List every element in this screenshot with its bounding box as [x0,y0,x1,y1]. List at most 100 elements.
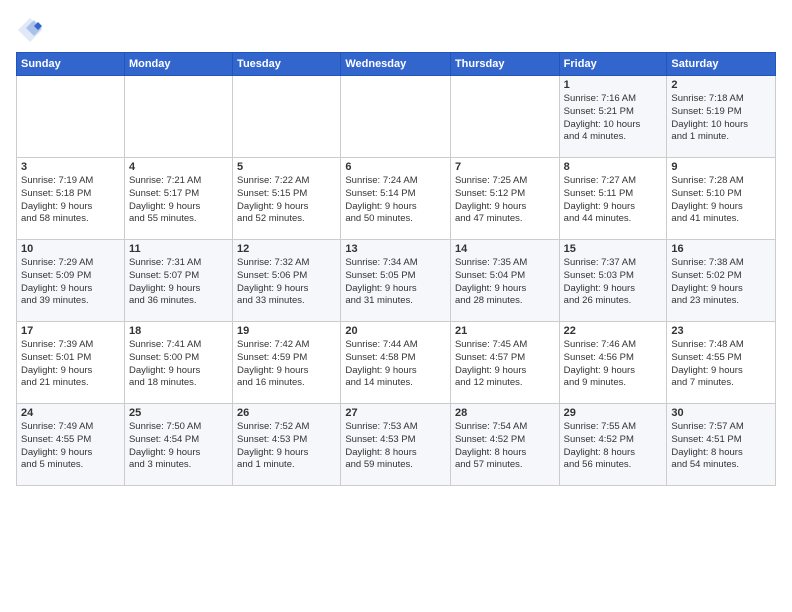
week-row-1: 1 Sunrise: 7:16 AM Sunset: 5:21 PM Daylig… [17,76,776,158]
weekday-friday: Friday [559,53,667,76]
week-row-3: 10 Sunrise: 7:29 AM Sunset: 5:09 PM Dayli… [17,240,776,322]
day-number: 7 [455,161,555,173]
day-cell: 27 Sunrise: 7:53 AM Sunset: 4:53 PM Dayli… [341,404,451,486]
weekday-wednesday: Wednesday [341,53,451,76]
week-row-2: 3 Sunrise: 7:19 AM Sunset: 5:18 PM Daylig… [17,158,776,240]
day-cell [233,76,341,158]
day-cell [341,76,451,158]
day-cell: 10 Sunrise: 7:29 AM Sunset: 5:09 PM Dayli… [17,240,125,322]
day-number: 2 [671,79,771,91]
day-cell: 26Sunrise: 7:52 AM Sunset: 4:53 PM Dayli… [233,404,341,486]
day-info: Sunrise: 7:48 AM Sunset: 4:55 PM Dayligh… [671,339,771,390]
day-cell: 12Sunrise: 7:32 AM Sunset: 5:06 PM Dayli… [233,240,341,322]
page: SundayMondayTuesdayWednesdayThursdayFrid… [0,0,792,612]
day-info: Sunrise: 7:34 AM Sunset: 5:05 PM Dayligh… [345,257,446,308]
day-info: Sunrise: 7:39 AM Sunset: 5:01 PM Dayligh… [21,339,120,390]
day-info: Sunrise: 7:41 AM Sunset: 5:00 PM Dayligh… [129,339,228,390]
day-number: 13 [345,243,446,255]
day-info: Sunrise: 7:22 AM Sunset: 5:15 PM Dayligh… [237,175,336,226]
day-info: Sunrise: 7:18 AM Sunset: 5:19 PM Dayligh… [671,93,771,144]
weekday-row: SundayMondayTuesdayWednesdayThursdayFrid… [17,53,776,76]
day-cell: 4 Sunrise: 7:21 AM Sunset: 5:17 PM Daylig… [124,158,232,240]
day-cell [17,76,125,158]
day-info: Sunrise: 7:50 AM Sunset: 4:54 PM Dayligh… [129,421,228,472]
day-cell: 20 Sunrise: 7:44 AM Sunset: 4:58 PM Dayli… [341,322,451,404]
day-cell: 7 Sunrise: 7:25 AM Sunset: 5:12 PM Daylig… [450,158,559,240]
day-info: Sunrise: 7:29 AM Sunset: 5:09 PM Dayligh… [21,257,120,308]
day-cell [450,76,559,158]
day-info: Sunrise: 7:24 AM Sunset: 5:14 PM Dayligh… [345,175,446,226]
day-cell: 25 Sunrise: 7:50 AM Sunset: 4:54 PM Dayli… [124,404,232,486]
day-number: 27 [345,407,446,419]
day-info: Sunrise: 7:44 AM Sunset: 4:58 PM Dayligh… [345,339,446,390]
day-cell: 23 Sunrise: 7:48 AM Sunset: 4:55 PM Dayli… [667,322,776,404]
day-number: 30 [671,407,771,419]
week-row-5: 24Sunrise: 7:49 AM Sunset: 4:55 PM Dayli… [17,404,776,486]
day-cell: 1 Sunrise: 7:16 AM Sunset: 5:21 PM Daylig… [559,76,667,158]
day-number: 14 [455,243,555,255]
day-cell: 17Sunrise: 7:39 AM Sunset: 5:01 PM Dayli… [17,322,125,404]
day-number: 22 [564,325,663,337]
day-cell: 5 Sunrise: 7:22 AM Sunset: 5:15 PM Daylig… [233,158,341,240]
day-number: 9 [671,161,771,173]
calendar-body: 1 Sunrise: 7:16 AM Sunset: 5:21 PM Daylig… [17,76,776,486]
day-info: Sunrise: 7:46 AM Sunset: 4:56 PM Dayligh… [564,339,663,390]
logo [16,16,48,44]
day-number: 5 [237,161,336,173]
day-cell: 8Sunrise: 7:27 AM Sunset: 5:11 PM Daylig… [559,158,667,240]
day-number: 28 [455,407,555,419]
day-number: 3 [21,161,120,173]
day-info: Sunrise: 7:42 AM Sunset: 4:59 PM Dayligh… [237,339,336,390]
day-number: 18 [129,325,228,337]
day-info: Sunrise: 7:53 AM Sunset: 4:53 PM Dayligh… [345,421,446,472]
day-info: Sunrise: 7:55 AM Sunset: 4:52 PM Dayligh… [564,421,663,472]
day-info: Sunrise: 7:21 AM Sunset: 5:17 PM Dayligh… [129,175,228,226]
day-cell: 2 Sunrise: 7:18 AM Sunset: 5:19 PM Daylig… [667,76,776,158]
header [16,16,776,44]
day-number: 8 [564,161,663,173]
day-info: Sunrise: 7:16 AM Sunset: 5:21 PM Dayligh… [564,93,663,144]
day-cell: 18 Sunrise: 7:41 AM Sunset: 5:00 PM Dayli… [124,322,232,404]
day-info: Sunrise: 7:57 AM Sunset: 4:51 PM Dayligh… [671,421,771,472]
day-cell: 24Sunrise: 7:49 AM Sunset: 4:55 PM Dayli… [17,404,125,486]
day-number: 16 [671,243,771,255]
weekday-sunday: Sunday [17,53,125,76]
day-cell: 11Sunrise: 7:31 AM Sunset: 5:07 PM Dayli… [124,240,232,322]
day-cell: 22 Sunrise: 7:46 AM Sunset: 4:56 PM Dayli… [559,322,667,404]
day-number: 20 [345,325,446,337]
day-number: 26 [237,407,336,419]
day-number: 19 [237,325,336,337]
weekday-thursday: Thursday [450,53,559,76]
day-info: Sunrise: 7:37 AM Sunset: 5:03 PM Dayligh… [564,257,663,308]
day-cell: 13 Sunrise: 7:34 AM Sunset: 5:05 PM Dayli… [341,240,451,322]
day-number: 29 [564,407,663,419]
day-cell: 29 Sunrise: 7:55 AM Sunset: 4:52 PM Dayli… [559,404,667,486]
day-cell: 21 Sunrise: 7:45 AM Sunset: 4:57 PM Dayli… [450,322,559,404]
day-number: 21 [455,325,555,337]
week-row-4: 17Sunrise: 7:39 AM Sunset: 5:01 PM Dayli… [17,322,776,404]
day-cell: 6 Sunrise: 7:24 AM Sunset: 5:14 PM Daylig… [341,158,451,240]
day-cell: 30 Sunrise: 7:57 AM Sunset: 4:51 PM Dayli… [667,404,776,486]
day-number: 4 [129,161,228,173]
day-info: Sunrise: 7:25 AM Sunset: 5:12 PM Dayligh… [455,175,555,226]
weekday-saturday: Saturday [667,53,776,76]
day-cell: 16 Sunrise: 7:38 AM Sunset: 5:02 PM Dayli… [667,240,776,322]
logo-icon [16,16,44,44]
day-number: 6 [345,161,446,173]
day-number: 15 [564,243,663,255]
day-number: 23 [671,325,771,337]
day-info: Sunrise: 7:35 AM Sunset: 5:04 PM Dayligh… [455,257,555,308]
day-info: Sunrise: 7:28 AM Sunset: 5:10 PM Dayligh… [671,175,771,226]
day-number: 24 [21,407,120,419]
day-number: 10 [21,243,120,255]
day-info: Sunrise: 7:19 AM Sunset: 5:18 PM Dayligh… [21,175,120,226]
day-cell: 19 Sunrise: 7:42 AM Sunset: 4:59 PM Dayli… [233,322,341,404]
day-cell: 14 Sunrise: 7:35 AM Sunset: 5:04 PM Dayli… [450,240,559,322]
day-number: 25 [129,407,228,419]
day-cell: 15 Sunrise: 7:37 AM Sunset: 5:03 PM Dayli… [559,240,667,322]
day-info: Sunrise: 7:38 AM Sunset: 5:02 PM Dayligh… [671,257,771,308]
day-number: 1 [564,79,663,91]
weekday-monday: Monday [124,53,232,76]
day-info: Sunrise: 7:54 AM Sunset: 4:52 PM Dayligh… [455,421,555,472]
day-info: Sunrise: 7:45 AM Sunset: 4:57 PM Dayligh… [455,339,555,390]
